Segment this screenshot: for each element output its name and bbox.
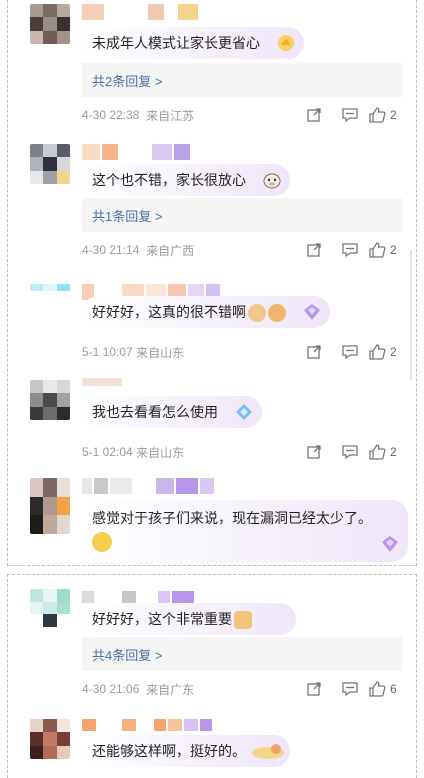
username[interactable] [82, 719, 212, 731]
thumbs-up-icon [369, 344, 386, 360]
cat-emoji-icon [248, 304, 266, 323]
reply-count-link[interactable]: 共2条回复 > [82, 63, 402, 97]
like-count: 6 [390, 682, 397, 696]
comment-text: 感觉对于孩子们来说，现在漏洞已经太少了。 [92, 510, 372, 526]
reply-count-link[interactable]: 共4条回复 > [82, 637, 402, 671]
sticker-icon [252, 744, 284, 759]
comment-text: 好好好，这真的很不错啊 [92, 302, 286, 323]
comment-card-2: 好好好，这个非常重要 共4条回复 > 4-30 21:06 来自广东 6 还能够… [7, 574, 417, 778]
thumbs-up-icon [369, 107, 386, 123]
share-icon[interactable] [296, 105, 332, 125]
thumbs-up-icon [369, 242, 386, 258]
cow-sticker-icon [263, 173, 281, 189]
comment-location: 来自山东 [136, 345, 185, 360]
comment-text: 还能够这样啊，挺好的。 [92, 743, 246, 759]
like-count: 2 [390, 445, 397, 459]
comment-location: 来自山东 [136, 445, 185, 460]
comment-icon[interactable] [332, 442, 368, 462]
comment-time: 4-30 21:06 [82, 682, 140, 696]
like-button[interactable]: 2 [368, 444, 402, 460]
comment-location: 来自江苏 [146, 108, 195, 123]
like-count: 2 [390, 108, 397, 122]
scrollbar[interactable] [410, 250, 412, 380]
comment-time: 5-1 02:04 [82, 445, 133, 459]
comment-card-1: 未成年人模式让家长更省心 共2条回复 > 4-30 22:38 来自江苏 2 这… [7, 0, 417, 566]
hands-emoji-icon [234, 611, 252, 630]
username[interactable] [82, 478, 214, 494]
share-icon[interactable] [296, 342, 332, 362]
comment-text: 这个也不错，家长很放心 [92, 172, 246, 188]
comment-meta: 4-30 21:14 来自广西 2 [82, 240, 402, 260]
comment-time: 4-30 21:14 [82, 243, 140, 257]
username[interactable] [82, 4, 198, 20]
comment-location: 来自广东 [146, 682, 195, 697]
badge-icon [278, 35, 294, 51]
comment-icon[interactable] [332, 342, 368, 362]
like-button[interactable]: 2 [368, 344, 402, 360]
comment-icon[interactable] [332, 679, 368, 699]
diamond-badge-icon [382, 536, 398, 552]
comment-bubble: 感觉对于孩子们来说，现在漏洞已经太少了。 [82, 500, 408, 562]
comment-bubble: 这个也不错，家长很放心 [82, 164, 290, 196]
reply-count-link[interactable]: 共1条回复 > [82, 198, 402, 232]
comment-time: 4-30 22:38 [82, 108, 140, 122]
comment-bubble: 好好好，这个非常重要 [82, 603, 296, 635]
comment-icon[interactable] [332, 105, 368, 125]
comment-location: 来自广西 [146, 243, 195, 258]
comment-text: 我也去看看怎么使用 [92, 404, 218, 420]
avatar[interactable] [30, 719, 70, 759]
like-count: 2 [390, 243, 397, 257]
like-button[interactable]: 2 [368, 107, 402, 123]
share-icon[interactable] [296, 240, 332, 260]
diamond-badge-icon [304, 304, 320, 320]
comment-time: 5-1 10:07 [82, 345, 133, 359]
comment-bubble: 还能够这样啊，挺好的。 [82, 735, 290, 767]
avatar[interactable] [30, 144, 70, 184]
thumbs-up-icon [369, 681, 386, 697]
diamond-badge-icon [236, 404, 252, 420]
like-button[interactable]: 6 [368, 681, 402, 697]
like-count: 2 [390, 345, 397, 359]
username[interactable] [82, 378, 122, 388]
laughing-emoji-icon [92, 532, 112, 552]
share-icon[interactable] [296, 442, 332, 462]
comment-icon[interactable] [332, 240, 368, 260]
like-button[interactable]: 2 [368, 242, 402, 258]
avatar[interactable] [30, 478, 70, 534]
comment-bubble: 我也去看看怎么使用 [82, 396, 262, 428]
cat-emoji-icon [268, 304, 286, 323]
share-icon[interactable] [296, 679, 332, 699]
comment-text: 好好好，这个非常重要 [92, 609, 252, 630]
comment-text: 未成年人模式让家长更省心 [92, 35, 260, 51]
comment-meta: 4-30 22:38 来自江苏 2 [82, 105, 402, 125]
comment-bubble: 未成年人模式让家长更省心 [82, 27, 304, 59]
avatar[interactable] [30, 380, 70, 420]
username[interactable] [82, 144, 190, 160]
avatar[interactable] [30, 589, 70, 627]
comment-meta: 5-1 02:04 来自山东 2 [82, 442, 402, 462]
comment-meta: 5-1 10:07 来自山东 2 [82, 342, 402, 362]
avatar[interactable] [30, 284, 70, 306]
comment-bubble: 好好好，这真的很不错啊 [82, 296, 330, 328]
avatar[interactable] [30, 4, 70, 44]
thumbs-up-icon [369, 444, 386, 460]
comment-meta: 4-30 21:06 来自广东 6 [82, 679, 402, 699]
